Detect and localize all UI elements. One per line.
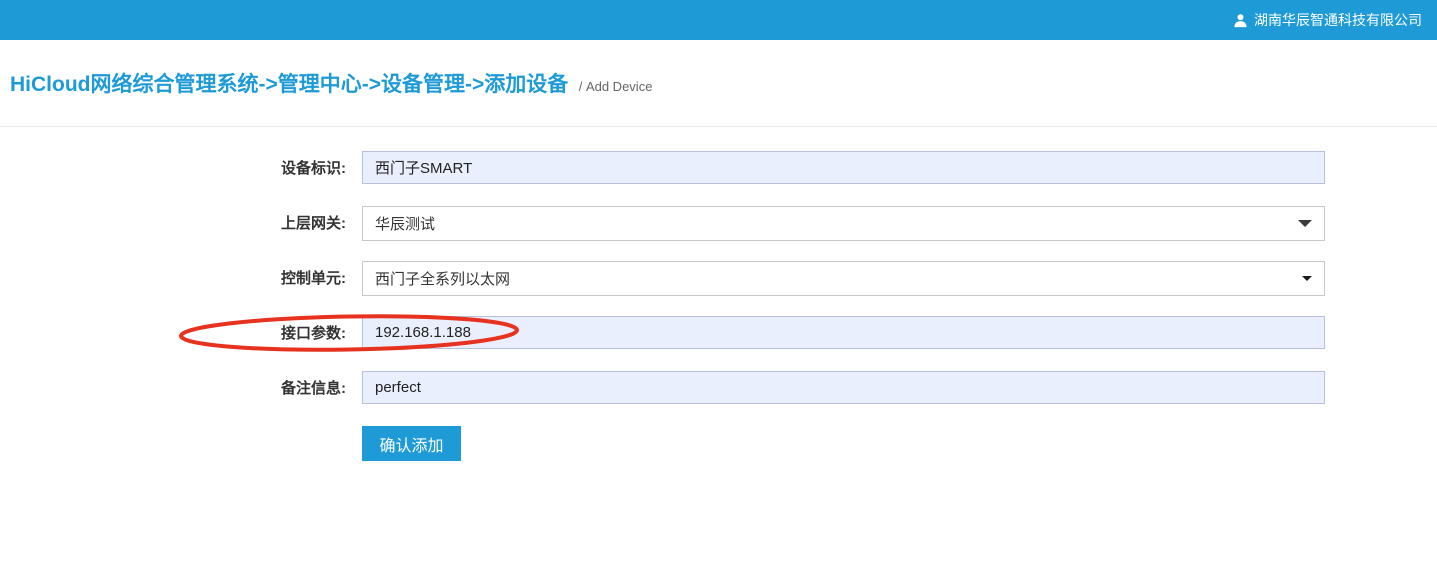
gateway-select[interactable]: 华辰测试: [362, 206, 1325, 241]
confirm-add-button[interactable]: 确认添加: [362, 426, 461, 461]
interface-param-input[interactable]: [362, 316, 1325, 349]
gateway-label: 上层网关:: [0, 212, 362, 233]
remark-input[interactable]: [362, 371, 1325, 404]
company-name: 湖南华辰智通科技有限公司: [1254, 10, 1422, 30]
remark-label: 备注信息:: [0, 377, 362, 398]
interface-param-label: 接口参数:: [0, 322, 362, 343]
gateway-row: 上层网关: 华辰测试: [0, 206, 1437, 239]
breadcrumb-sub: / Add Device: [579, 79, 653, 94]
breadcrumb: HiCloud网络综合管理系统->管理中心->设备管理->添加设备: [10, 73, 568, 96]
gateway-select-value: 华辰测试: [375, 213, 435, 234]
page-header: HiCloud网络综合管理系统->管理中心->设备管理->添加设备 / Add …: [0, 40, 1437, 127]
interface-param-row: 接口参数:: [0, 316, 1437, 349]
control-unit-select[interactable]: 西门子全系列以太网: [362, 261, 1325, 296]
top-bar: 湖南华辰智通科技有限公司: [0, 0, 1437, 40]
control-unit-select-value: 西门子全系列以太网: [375, 268, 510, 289]
device-id-input[interactable]: [362, 151, 1325, 184]
device-id-row: 设备标识:: [0, 151, 1437, 184]
add-device-form: 设备标识: 上层网关: 华辰测试 控制单元: 西门子全系列以太网 接口参数:: [0, 127, 1437, 461]
device-id-label: 设备标识:: [0, 157, 362, 178]
control-unit-row: 控制单元: 西门子全系列以太网: [0, 261, 1437, 294]
user-account-menu[interactable]: 湖南华辰智通科技有限公司: [1233, 10, 1422, 30]
remark-row: 备注信息:: [0, 371, 1437, 404]
user-icon: [1233, 13, 1248, 28]
chevron-down-icon: [1298, 220, 1312, 227]
control-unit-label: 控制单元:: [0, 267, 362, 288]
chevron-down-icon: [1302, 276, 1312, 281]
